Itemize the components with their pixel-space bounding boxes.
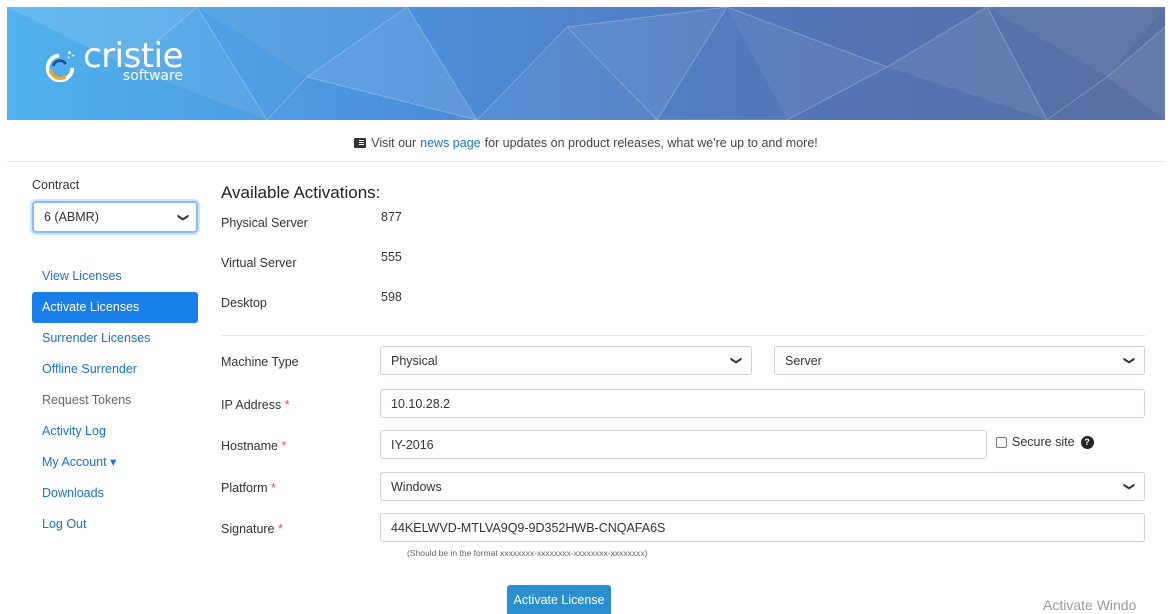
contract-select[interactable]: 6 (ABMR) ❯ — [32, 201, 198, 233]
signature-input[interactable]: 44KELWVD-MTLVA9Q9-9D352HWB-CNQAFA6S — [380, 513, 1145, 542]
activation-row: Virtual Server 555 — [221, 243, 1145, 283]
sidebar-item-activate-licenses[interactable]: Activate Licenses — [32, 292, 198, 323]
machine-type-label: Machine Type — [221, 355, 299, 369]
sidebar: Contract 6 (ABMR) ❯ View Licenses Activa… — [32, 178, 198, 540]
ip-address-input[interactable]: 10.10.28.2 — [380, 389, 1145, 418]
news-prefix: Visit our — [371, 135, 417, 150]
contract-label: Contract — [32, 178, 80, 192]
activation-label: Physical Server — [221, 216, 308, 230]
hostname-input[interactable]: IY-2016 — [380, 430, 987, 459]
cristie-logo-icon — [45, 51, 75, 83]
platform-label: Platform * — [221, 481, 276, 495]
header-banner: cristie software — [7, 7, 1165, 120]
question-circle-icon[interactable]: ? — [1080, 435, 1094, 449]
activation-count: 555 — [381, 250, 402, 264]
secure-site-option: Secure site ? — [996, 435, 1094, 449]
newspaper-icon — [354, 137, 367, 148]
required-mark: * — [281, 439, 287, 453]
secure-site-label: Secure site — [1012, 435, 1075, 449]
ip-address-label: IP Address * — [221, 398, 290, 412]
news-bar: Visit our news page for updates on produ… — [7, 124, 1165, 162]
sidebar-item-downloads[interactable]: Downloads — [32, 478, 198, 509]
sidebar-item-activity-log[interactable]: Activity Log — [32, 416, 198, 447]
signature-label: Signature * — [221, 522, 283, 536]
machine-subtype-value: Server — [785, 353, 822, 368]
activation-row: Physical Server 877 — [221, 203, 1145, 243]
chevron-down-icon: ❯ — [176, 212, 189, 222]
required-mark: * — [271, 481, 276, 495]
platform-value: Windows — [391, 479, 442, 494]
machine-subtype-select[interactable]: Server ❯ — [774, 346, 1145, 375]
hostname-label: Hostname * — [221, 439, 287, 453]
page-title: Available Activations: — [221, 183, 381, 202]
machine-type-select[interactable]: Physical ❯ — [380, 346, 752, 375]
contract-value: 6 (ABMR) — [44, 210, 99, 224]
windows-activation-watermark: Activate Windo — [1043, 597, 1137, 613]
sidebar-item-surrender-licenses[interactable]: Surrender Licenses — [32, 323, 198, 354]
secure-site-checkbox[interactable] — [996, 436, 1007, 448]
available-activations: Available Activations: Physical Server 8… — [221, 178, 1145, 336]
sidebar-item-view-licenses[interactable]: View Licenses — [32, 261, 198, 292]
sidebar-nav: View Licenses Activate Licenses Surrende… — [32, 261, 198, 540]
activation-row: Desktop 598 — [221, 283, 1145, 323]
required-mark: * — [284, 398, 290, 412]
brand-logo: cristie software — [41, 39, 184, 85]
news-suffix: for updates on product releases, what we… — [484, 135, 818, 150]
machine-type-value: Physical — [391, 353, 438, 368]
sidebar-item-log-out[interactable]: Log Out — [32, 509, 198, 540]
signature-format-hint: (Should be in the format xxxxxxxx-xxxxxx… — [407, 548, 648, 558]
news-page-link[interactable]: news page — [420, 136, 480, 150]
chevron-down-icon: ❯ — [1122, 481, 1135, 492]
sidebar-item-offline-surrender[interactable]: Offline Surrender — [32, 354, 198, 385]
required-mark: * — [278, 522, 283, 536]
activation-label: Virtual Server — [221, 256, 297, 270]
activation-label: Desktop — [221, 296, 267, 310]
divider — [221, 335, 1145, 336]
activate-license-button[interactable]: Activate License — [507, 585, 611, 614]
sidebar-item-request-tokens[interactable]: Request Tokens — [32, 385, 198, 416]
activation-count: 877 — [381, 210, 402, 224]
chevron-down-icon: ❯ — [729, 355, 742, 366]
chevron-down-icon: ❯ — [1122, 355, 1135, 366]
activation-count: 598 — [381, 290, 402, 304]
sidebar-item-my-account[interactable]: My Account ▾ — [32, 447, 198, 478]
platform-select[interactable]: Windows ❯ — [380, 472, 1145, 501]
